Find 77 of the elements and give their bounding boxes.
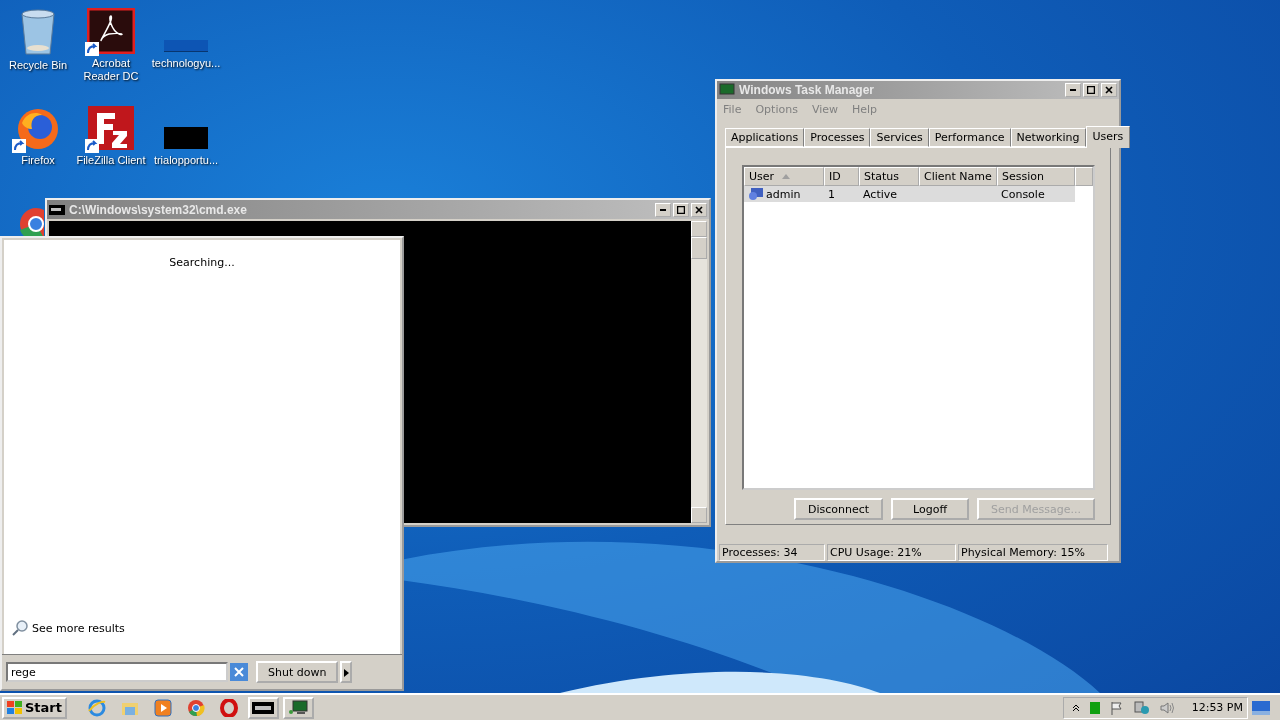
recycle-bin-icon <box>18 8 58 56</box>
see-more-results-link[interactable]: See more results <box>12 620 125 636</box>
window-title: C:\Windows\system32\cmd.exe <box>69 202 248 217</box>
minimize-icon <box>1070 89 1076 92</box>
sort-arrow-icon <box>782 174 791 180</box>
tab[interactable]: Services <box>870 128 929 148</box>
tab[interactable]: Networking <box>1010 128 1086 148</box>
column-header[interactable]: Session <box>997 167 1075 187</box>
opera-icon <box>220 698 239 717</box>
speaker-icon[interactable] <box>1159 700 1174 715</box>
flag-icon[interactable] <box>1109 700 1124 715</box>
file-icon <box>164 40 208 52</box>
status-text: Physical Memory: 15% <box>958 544 1108 561</box>
network-icon[interactable] <box>1133 700 1150 715</box>
caret-right-icon <box>343 668 349 677</box>
show-desktop-icon[interactable] <box>1252 700 1270 715</box>
search-field[interactable]: rege <box>6 662 228 682</box>
minimize-button[interactable] <box>655 202 671 217</box>
search-status: Searching... <box>169 256 235 269</box>
terminal-icon <box>49 204 65 215</box>
shut-down-options-button[interactable] <box>340 661 353 683</box>
maximize-button[interactable] <box>673 202 689 217</box>
close-icon <box>695 205 703 214</box>
maximize-icon <box>1087 86 1095 95</box>
column-header[interactable]: Status <box>859 167 919 187</box>
table-cell-text: 1 <box>827 187 836 201</box>
desktop-icon-label[interactable]: Acrobat Reader DC <box>73 57 149 83</box>
column-header[interactable]: ID <box>824 167 859 187</box>
table-cell: admin <box>744 187 824 202</box>
clock[interactable]: 12:53 PM <box>1191 701 1243 714</box>
desktop-icon-label[interactable]: Recycle Bin <box>0 59 76 72</box>
table-cell-text: Console <box>1000 187 1046 201</box>
action-button[interactable]: Disconnect <box>794 498 884 521</box>
close-icon <box>1105 86 1113 95</box>
minimize-icon <box>660 208 666 211</box>
tab[interactable]: Performance <box>928 128 1011 148</box>
table-cell-text: Active <box>862 187 899 201</box>
tray-app-icon[interactable] <box>1089 701 1100 714</box>
close-button[interactable] <box>691 202 707 217</box>
desktop-icon-label[interactable]: trialopportu... <box>148 154 224 167</box>
user-icon <box>748 187 764 202</box>
media-player-icon <box>154 698 173 717</box>
close-icon <box>234 666 244 677</box>
maximize-button[interactable] <box>1083 83 1099 98</box>
taskbar-app-button[interactable] <box>283 696 314 719</box>
close-button[interactable] <box>1101 83 1117 98</box>
tab[interactable]: Users <box>1085 126 1131 149</box>
desktop-icon-label[interactable]: Firefox <box>0 154 76 167</box>
status-text: CPU Usage: 21% <box>827 544 956 561</box>
maximize-icon <box>677 205 685 214</box>
tab[interactable]: Processes <box>804 128 871 148</box>
browser-icon <box>88 698 107 717</box>
monitor-icon <box>719 83 735 98</box>
clear-search-button[interactable] <box>230 663 248 681</box>
taskbar-app-button[interactable] <box>248 696 279 719</box>
column-header[interactable]: Client Name <box>919 167 997 187</box>
monitor-icon <box>288 699 309 716</box>
filezilla-icon <box>87 105 135 151</box>
minimize-button[interactable] <box>1065 83 1081 98</box>
document-app-icon <box>87 8 135 54</box>
search-icon <box>12 620 28 636</box>
shut-down-button[interactable]: Shut down <box>256 661 339 683</box>
chrome-icon <box>187 698 206 717</box>
window-title: Windows Task Manager <box>739 83 876 98</box>
vertical-scrollbar[interactable] <box>691 221 707 523</box>
tab[interactable]: Applications <box>725 128 805 148</box>
chevron-up-icon[interactable] <box>1071 703 1080 712</box>
status-text: Processes: 34 <box>719 544 825 561</box>
desktop-icon-label[interactable]: FileZilla Client <box>73 154 149 167</box>
desktop-icon-label[interactable]: technologyu... <box>148 57 224 70</box>
user-row[interactable]: admin 1 Active Console <box>744 186 1075 203</box>
file-icon <box>164 127 208 149</box>
windows-logo-icon <box>7 700 23 715</box>
action-button[interactable]: Logoff <box>891 498 970 521</box>
start-button[interactable]: Start <box>2 696 67 719</box>
column-header[interactable]: User <box>744 167 824 187</box>
terminal-icon <box>252 701 275 714</box>
